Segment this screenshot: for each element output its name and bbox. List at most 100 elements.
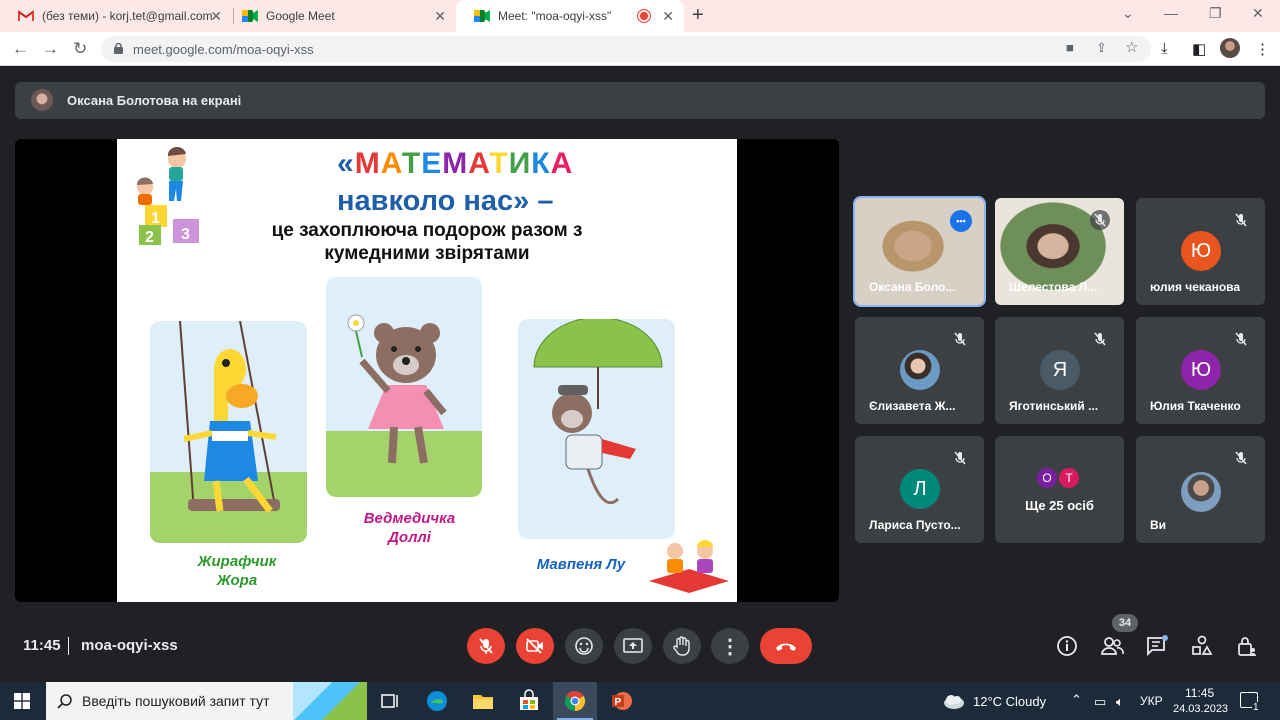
battery-icon[interactable]: ▭: [1094, 694, 1106, 710]
windows-start-icon[interactable]: [14, 693, 30, 709]
hand-icon: [673, 636, 690, 656]
participant-tile[interactable]: Ви: [1136, 436, 1265, 543]
cloudy-icon: [944, 695, 964, 709]
forward-icon[interactable]: →: [42, 39, 59, 59]
title-letter: А: [468, 147, 490, 180]
activities-icon: [1192, 635, 1213, 655]
store-icon[interactable]: [517, 689, 541, 713]
participant-avatar-photo: [900, 350, 940, 390]
participant-tile[interactable]: Єлизавета Ж...: [855, 317, 984, 424]
participant-tile[interactable]: О Т Ще 25 осіб: [995, 436, 1124, 543]
chat-icon: [1147, 635, 1168, 657]
edge-icon[interactable]: [425, 689, 449, 713]
meeting-control-bar: 11:45 moa-oqyi-xss ⋮ 34: [0, 614, 1280, 672]
participant-name: Юлия Ткаченко: [1150, 399, 1241, 413]
participant-tile[interactable]: Я Яготинський ...: [995, 317, 1124, 424]
chrome-taskbar-active[interactable]: [553, 682, 597, 720]
clock-date[interactable]: 24.03.2023: [1173, 703, 1228, 715]
host-controls-button[interactable]: [1235, 634, 1259, 658]
presentation-slide: 1 2 3 «МАТЕМАТИКА навколо нас» – це захо…: [117, 139, 737, 602]
notification-count: 1: [1252, 702, 1260, 713]
participant-avatar-letter: Ю: [1181, 231, 1221, 271]
reactions-button[interactable]: [565, 628, 603, 664]
search-highlight-image: [293, 682, 367, 720]
restore-icon[interactable]: ❐: [1209, 5, 1222, 22]
meet-icon: [474, 8, 490, 24]
present-screen-button[interactable]: [614, 628, 652, 664]
mic-muted-icon: [950, 448, 970, 468]
side-panel-icon[interactable]: ◧: [1192, 40, 1206, 58]
participant-name: Єлизавета Ж...: [869, 399, 956, 413]
url-text: meet.google.com/moa-oqyi-xss: [133, 41, 314, 57]
more-options-button[interactable]: ⋮: [711, 628, 749, 664]
mic-muted-icon: [1090, 210, 1110, 230]
participant-tile[interactable]: Л Лариса Пусто...: [855, 436, 984, 543]
powerpoint-icon[interactable]: P: [609, 689, 633, 713]
back-icon[interactable]: ←: [12, 39, 29, 59]
close-tab-icon[interactable]: ✕: [662, 8, 674, 25]
participant-tile[interactable]: ••• Оксана Боло...: [853, 196, 986, 307]
clock-time[interactable]: 11:45: [1185, 686, 1214, 700]
activities-button[interactable]: [1190, 634, 1214, 658]
search-placeholder: Введіть пошуковий запит тут: [82, 693, 270, 709]
taskbar-search-box[interactable]: Введіть пошуковий запит тут: [46, 682, 367, 720]
participant-tile[interactable]: Ююлия чеканова: [1136, 198, 1265, 305]
meeting-info-button[interactable]: [1055, 634, 1079, 658]
download-icon[interactable]: ⤓: [1161, 40, 1168, 57]
bear-caption: Ведмедичка Доллі: [337, 509, 482, 547]
camera-status-icon[interactable]: ■: [1066, 40, 1074, 55]
participant-tile[interactable]: Ю Юлия Ткаченко: [1136, 317, 1265, 424]
participant-name: юлия чеканова: [1150, 280, 1241, 294]
tile-more-options-icon[interactable]: •••: [950, 210, 972, 232]
slide-title-line2: навколо нас» –: [337, 185, 554, 217]
people-button[interactable]: [1100, 634, 1124, 658]
tab-search-icon[interactable]: ⌄: [1122, 5, 1134, 22]
volume-icon[interactable]: 🔈︎: [1116, 694, 1124, 710]
camera-off-button[interactable]: [516, 628, 554, 664]
recording-icon: [638, 10, 650, 22]
close-tab-icon[interactable]: ✕: [434, 8, 446, 25]
monkey-caption: Мавпеня Лу: [525, 555, 637, 574]
title-letter: М: [354, 147, 381, 180]
tab-label: (без теми) - korj.tet@gmail.com: [42, 9, 213, 23]
bookmark-star-icon[interactable]: ☆: [1125, 38, 1138, 56]
file-explorer-icon[interactable]: [471, 689, 495, 713]
camera-off-icon: [526, 638, 543, 654]
lock-person-icon: [1238, 637, 1256, 656]
close-tab-icon[interactable]: ✕: [210, 8, 222, 25]
more-participants-avatar: О: [1035, 466, 1059, 490]
share-icon[interactable]: ⇪: [1096, 40, 1107, 56]
tab-google-meet[interactable]: Google Meet ✕: [224, 0, 456, 32]
participant-name: Яготинський ...: [1009, 399, 1099, 413]
raise-hand-button[interactable]: [663, 628, 701, 664]
reload-icon[interactable]: ↻: [73, 39, 87, 59]
url-field[interactable]: meet.google.com/moa-oqyi-xss: [101, 36, 1151, 62]
title-letter: Т: [401, 147, 422, 180]
language-indicator[interactable]: УКР: [1140, 694, 1163, 708]
task-view-icon[interactable]: [378, 689, 402, 713]
weather-text[interactable]: 12°C Cloudy: [973, 694, 1046, 709]
tab-meet-active[interactable]: Meet: "moa-oqyi-xss" ✕: [456, 0, 684, 32]
slide-subtitle-line1: це захоплююча подорож разом з: [271, 220, 583, 241]
profile-avatar[interactable]: [1220, 38, 1240, 58]
bear-illustration: [347, 314, 447, 464]
participant-tile[interactable]: Шелестова Л...: [995, 198, 1124, 305]
leave-call-button[interactable]: [760, 628, 812, 664]
close-window-icon[interactable]: ✕: [1252, 5, 1264, 22]
shared-screen: 1 2 3 «МАТЕМАТИКА навколо нас» – це захо…: [15, 139, 839, 602]
minimize-icon[interactable]: —: [1164, 5, 1178, 21]
caption-line: Доллі: [388, 529, 431, 546]
chevron-up-icon[interactable]: ⌃: [1071, 692, 1082, 708]
people-count-badge: 34: [1112, 614, 1138, 632]
chat-button[interactable]: [1145, 634, 1169, 658]
participant-name: Ще 25 осіб: [1025, 498, 1094, 513]
giraffe-card: [150, 321, 307, 543]
mic-muted-icon: [1231, 448, 1251, 468]
meet-icon: [242, 8, 258, 24]
tab-gmail[interactable]: (без теми) - korj.tet@gmail.com ✕: [0, 0, 232, 32]
new-tab-button[interactable]: +: [692, 4, 704, 27]
giraffe-caption: Жирафчик Жора: [167, 552, 307, 590]
menu-dots-icon[interactable]: ⋮: [1255, 40, 1270, 58]
mic-off-button[interactable]: [467, 628, 505, 664]
mic-muted-icon: [1231, 210, 1251, 230]
